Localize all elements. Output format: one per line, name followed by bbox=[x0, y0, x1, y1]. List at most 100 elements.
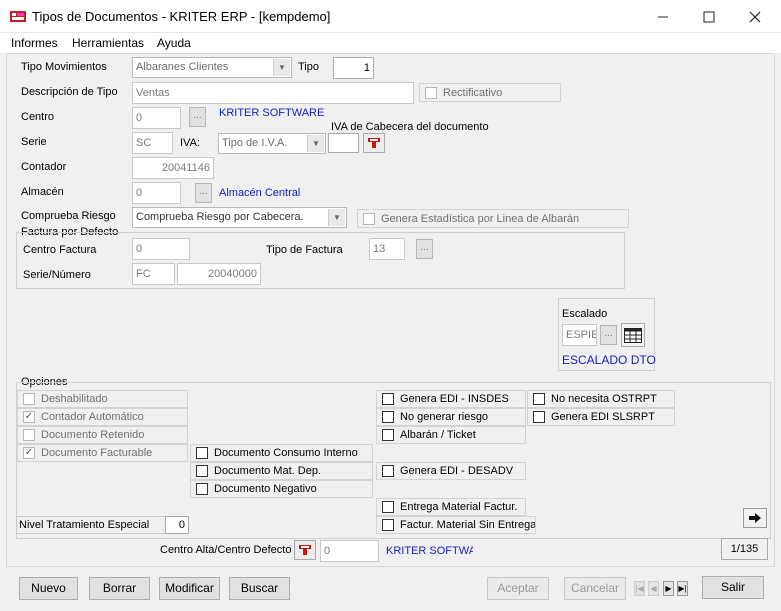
centro-factura-field[interactable]: 0 bbox=[132, 238, 190, 260]
opcion-documento-consumo-interno[interactable]: Documento Consumo Interno bbox=[190, 444, 373, 462]
menu-ayuda[interactable]: Ayuda bbox=[157, 36, 191, 50]
centro-alta-label: Centro Alta/Centro Defecto bbox=[160, 544, 292, 556]
genera-estadistica-label: Genera Estadística por Linea de Albarán bbox=[381, 212, 580, 225]
opcion-deshabilitado[interactable]: Deshabilitado bbox=[17, 390, 188, 408]
opcion-genera-edi-insdes[interactable]: Genera EDI - INSDES bbox=[376, 390, 526, 408]
tipo-factura-field[interactable]: 13 bbox=[369, 238, 405, 260]
maximize-icon[interactable] bbox=[686, 0, 732, 33]
escalado-field[interactable]: ESPIE bbox=[562, 324, 597, 346]
centro-field[interactable]: 0 bbox=[132, 107, 181, 129]
opcion-label: Factur. Material Sin Entrega bbox=[400, 519, 536, 531]
tipo-label: Tipo bbox=[298, 61, 319, 73]
opcion-no-necesita-ostrpt[interactable]: No necesita OSTRPT bbox=[527, 390, 675, 408]
tipo-movimientos-value: Albaranes Clientes bbox=[136, 61, 229, 73]
first-record-icon[interactable]: |◀ bbox=[634, 581, 645, 596]
checkbox-icon bbox=[23, 393, 35, 405]
serie-field[interactable]: SC bbox=[132, 132, 173, 154]
key-icon[interactable] bbox=[363, 133, 385, 153]
opcion-genera-edi-slsrpt[interactable]: Genera EDI SLSRPT bbox=[527, 408, 675, 426]
tipo-movimientos-select[interactable]: Albaranes Clientes ▼ bbox=[132, 57, 292, 78]
nuevo-button[interactable]: Nuevo bbox=[19, 577, 78, 600]
prev-record-icon[interactable]: ◀ bbox=[648, 581, 659, 596]
opcion-label: Entrega Material Factur. bbox=[400, 501, 518, 513]
factura-numero-field[interactable]: 20040000 bbox=[177, 263, 261, 285]
modificar-button[interactable]: Modificar bbox=[159, 577, 220, 600]
centro-alta-field[interactable]: 0 bbox=[320, 540, 379, 562]
menu-herramientas[interactable]: Herramientas bbox=[72, 36, 144, 50]
aceptar-button[interactable]: Aceptar bbox=[487, 577, 549, 600]
checkbox-icon bbox=[533, 393, 545, 405]
centro-label: Centro bbox=[21, 111, 55, 123]
centro-alta-name: KRITER SOFTWA bbox=[386, 545, 473, 557]
descripcion-field[interactable]: Ventas bbox=[132, 82, 414, 104]
checkbox-icon bbox=[196, 447, 208, 459]
next-record-icon[interactable]: ▶ bbox=[663, 581, 674, 596]
iva-value: Tipo de I.V.A. bbox=[222, 137, 288, 149]
checkbox-icon bbox=[196, 483, 208, 495]
opcion-albaran-ticket[interactable]: Albarán / Ticket bbox=[376, 426, 526, 444]
almacen-name: Almacén Central bbox=[219, 187, 301, 199]
comprueba-riesgo-label: Comprueba Riesgo bbox=[21, 210, 116, 222]
genera-estadistica-checkbox[interactable]: Genera Estadística por Linea de Albarán bbox=[357, 209, 629, 228]
opcion-label: No generar riesgo bbox=[400, 411, 489, 423]
opcion-contador-automatico[interactable]: ✓ Contador Automático bbox=[17, 408, 188, 426]
opcion-documento-negativo[interactable]: Documento Negativo bbox=[190, 480, 373, 498]
almacen-lookup-button[interactable]: ... bbox=[195, 183, 212, 203]
table-grid-icon[interactable] bbox=[621, 323, 645, 347]
menu-informes[interactable]: Informes bbox=[11, 36, 58, 50]
opcion-label: Documento Mat. Dep. bbox=[214, 465, 321, 477]
checkbox-icon bbox=[382, 411, 394, 423]
escalado-lookup-button[interactable]: ... bbox=[600, 325, 617, 345]
contador-label: Contador bbox=[21, 161, 67, 173]
descripcion-label: Descripción de Tipo bbox=[21, 86, 118, 98]
serie-numero-label: Serie/Número bbox=[23, 269, 91, 281]
rectificativo-checkbox[interactable]: Rectificativo bbox=[419, 83, 561, 102]
opcion-documento-retenido[interactable]: Documento Retenido bbox=[17, 426, 188, 444]
opcion-factur-material-sin-entrega[interactable]: Factur. Material Sin Entrega bbox=[376, 516, 536, 534]
borrar-button[interactable]: Borrar bbox=[89, 577, 150, 600]
checkbox-icon bbox=[363, 212, 375, 225]
tipo-factura-lookup-button[interactable]: ... bbox=[416, 239, 433, 259]
almacen-field[interactable]: 0 bbox=[132, 182, 181, 204]
opcion-label: Deshabilitado bbox=[41, 393, 108, 405]
minimize-icon[interactable] bbox=[640, 0, 686, 33]
opcion-genera-edi-desadv[interactable]: Genera EDI - DESADV bbox=[376, 462, 526, 480]
opcion-label: Genera EDI - DESADV bbox=[400, 465, 514, 477]
arrow-right-icon[interactable] bbox=[743, 508, 767, 528]
chevron-down-icon: ▼ bbox=[307, 135, 324, 152]
opcion-label: Documento Facturable bbox=[41, 447, 153, 459]
iva-cabecera-field[interactable] bbox=[328, 133, 359, 153]
comprueba-riesgo-select[interactable]: Comprueba Riesgo por Cabecera. ▼ bbox=[132, 207, 347, 228]
window-title: Tipos de Documentos - KRITER ERP - [kemp… bbox=[32, 9, 331, 24]
buscar-button[interactable]: Buscar bbox=[229, 577, 290, 600]
centro-lookup-button[interactable]: ... bbox=[189, 107, 206, 127]
opcion-label: Genera EDI - INSDES bbox=[400, 393, 509, 405]
rectificativo-label: Rectificativo bbox=[443, 86, 503, 99]
opcion-no-generar-riesgo[interactable]: No generar riesgo bbox=[376, 408, 526, 426]
centro-name: KRITER SOFTWARE bbox=[219, 107, 325, 119]
contador-field[interactable]: 20041146 bbox=[132, 157, 214, 179]
comprueba-riesgo-value: Comprueba Riesgo por Cabecera. bbox=[136, 211, 304, 223]
iva-cabecera-label: IVA de Cabecera del documento bbox=[331, 121, 489, 133]
escalado-label: Escalado bbox=[562, 308, 608, 320]
last-record-icon[interactable]: ▶| bbox=[677, 581, 688, 596]
salir-button[interactable]: Salir bbox=[702, 576, 764, 599]
opcion-entrega-material-factur[interactable]: Entrega Material Factur. bbox=[376, 498, 526, 516]
checkbox-icon bbox=[425, 86, 437, 99]
checkbox-icon bbox=[382, 429, 394, 441]
check-icon: ✓ bbox=[23, 411, 35, 423]
factura-serie-field[interactable]: FC bbox=[132, 263, 175, 285]
opcion-label: Documento Retenido bbox=[41, 429, 145, 441]
iva-select[interactable]: Tipo de I.V.A. ▼ bbox=[218, 133, 326, 154]
opcion-documento-facturable[interactable]: ✓ Documento Facturable bbox=[17, 444, 188, 462]
tipo-field[interactable]: 1 bbox=[333, 57, 374, 79]
opcion-label: Documento Consumo Interno bbox=[214, 447, 358, 459]
key-icon[interactable] bbox=[294, 540, 316, 560]
close-icon[interactable] bbox=[732, 0, 778, 33]
opcion-documento-mat-dep[interactable]: Documento Mat. Dep. bbox=[190, 462, 373, 480]
escalado-name: ESCALADO DTO bbox=[562, 353, 656, 367]
cancelar-button[interactable]: Cancelar bbox=[564, 577, 626, 600]
checkbox-icon bbox=[196, 465, 208, 477]
record-counter: 1/135 bbox=[721, 538, 768, 560]
nivel-tratamiento-field[interactable]: 0 bbox=[165, 516, 189, 534]
